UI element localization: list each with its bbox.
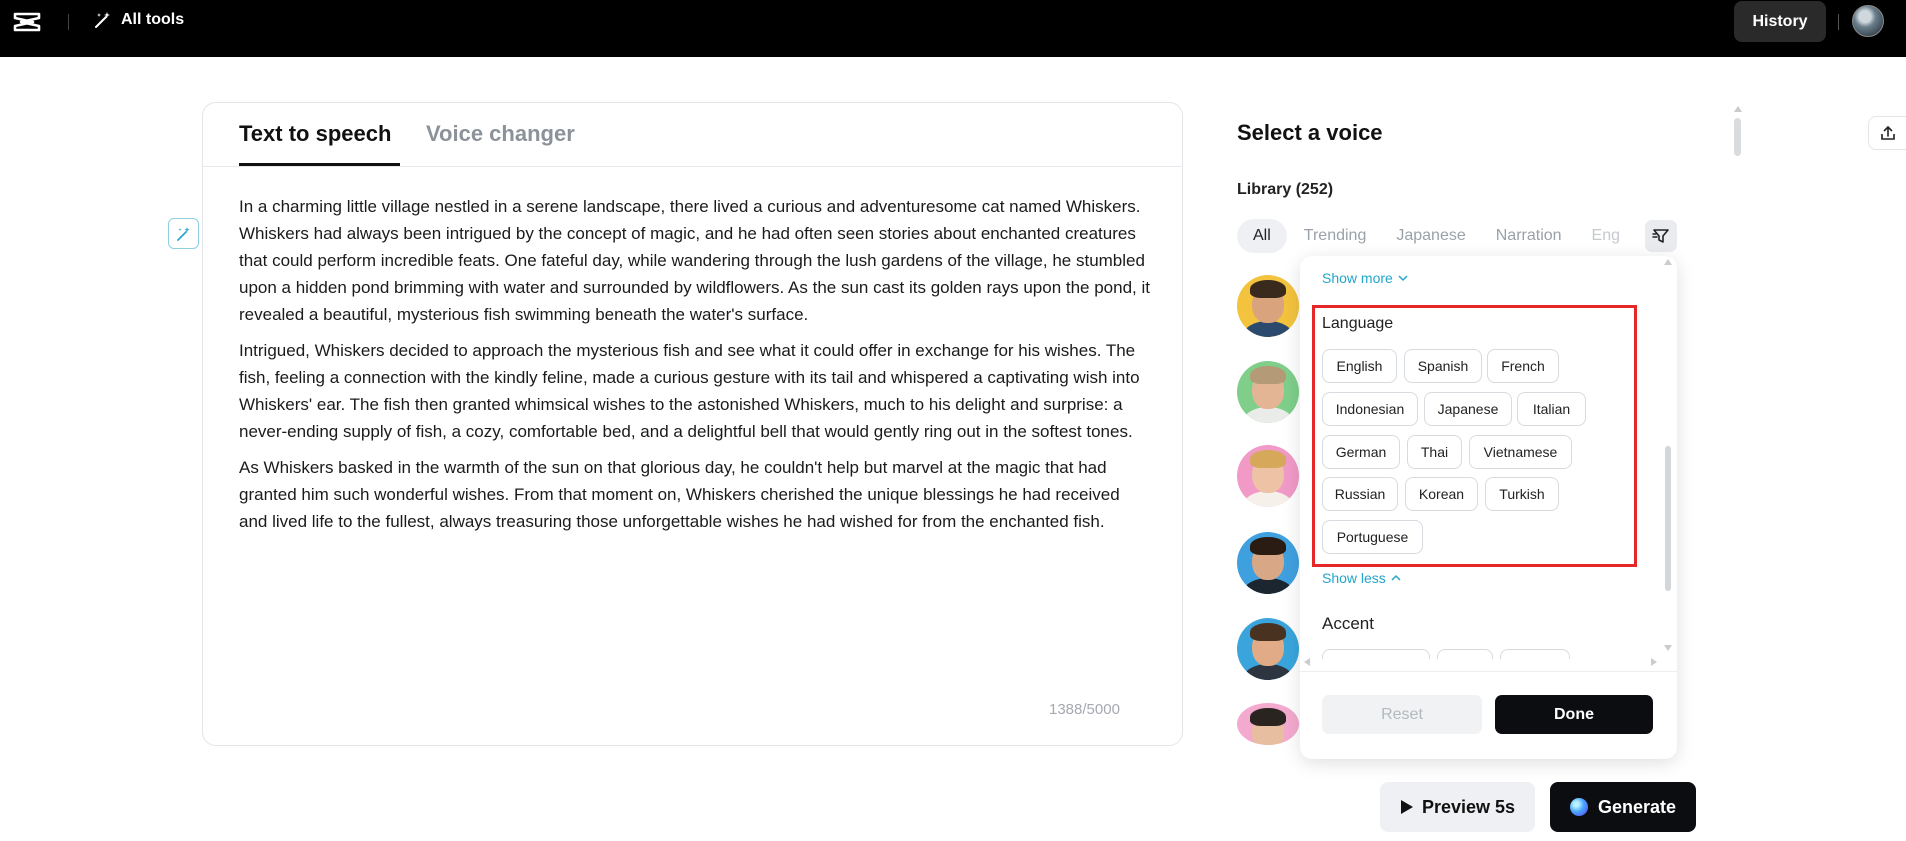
voice-filter-dropdown: Show more Language English Spanish Frenc… — [1300, 256, 1677, 759]
tab-voice-changer[interactable]: Voice changer — [426, 121, 575, 147]
tab-text-to-speech[interactable]: Text to speech — [239, 121, 391, 147]
all-tools-label: All tools — [121, 11, 185, 28]
topbar-divider — [1838, 14, 1839, 30]
show-more-link[interactable]: Show more — [1322, 270, 1408, 286]
scroll-right-arrow[interactable] — [1651, 658, 1657, 666]
filter-button[interactable] — [1645, 220, 1677, 252]
character-count: 1388/5000 — [1049, 701, 1120, 718]
filter-icon — [1652, 229, 1669, 243]
dropdown-scrollbar[interactable] — [1665, 446, 1671, 591]
language-heading: Language — [1322, 315, 1394, 332]
voice-category-tabs: All Trending Japanese Narration Eng — [1237, 219, 1637, 253]
voice-avatar[interactable] — [1237, 532, 1299, 594]
generate-button[interactable]: Generate — [1550, 782, 1696, 832]
preview-label: Preview 5s — [1421, 796, 1516, 817]
voice-avatar[interactable] — [1237, 703, 1299, 745]
preview-button[interactable]: Preview 5s — [1380, 782, 1535, 832]
voice-avatar[interactable] — [1237, 361, 1299, 423]
generate-orb-icon — [1569, 798, 1588, 816]
language-chip-german[interactable]: German — [1322, 435, 1400, 469]
language-chip-french[interactable]: French — [1487, 349, 1559, 383]
language-chip-english[interactable]: English — [1322, 349, 1397, 383]
select-voice-title: Select a voice — [1237, 120, 1383, 145]
history-button[interactable]: History — [1734, 1, 1826, 42]
category-english[interactable]: Eng — [1577, 219, 1635, 253]
language-chip-portuguese[interactable]: Portuguese — [1322, 520, 1423, 554]
library-label: Library (252) — [1237, 181, 1334, 198]
show-more-label: Show more — [1322, 270, 1393, 286]
language-chip-thai[interactable]: Thai — [1407, 435, 1462, 469]
upload-button[interactable] — [1868, 116, 1906, 150]
language-chip-russian[interactable]: Russian — [1322, 477, 1398, 511]
user-avatar[interactable] — [1852, 5, 1884, 37]
accent-chip[interactable] — [1322, 649, 1430, 659]
text-editor-card: Text to speech Voice changer In a charmi… — [202, 102, 1183, 746]
script-textarea[interactable]: In a charming little village nestled in … — [239, 193, 1151, 544]
category-all[interactable]: All — [1237, 219, 1287, 253]
script-paragraph: Intrigued, Whiskers decided to approach … — [239, 341, 1140, 441]
language-chip-indonesian[interactable]: Indonesian — [1322, 392, 1418, 426]
show-less-link[interactable]: Show less — [1322, 570, 1401, 586]
show-less-label: Show less — [1322, 570, 1386, 586]
language-chip-korean[interactable]: Korean — [1405, 477, 1478, 511]
category-narration[interactable]: Narration — [1481, 219, 1577, 253]
language-chip-japanese[interactable]: Japanese — [1424, 392, 1512, 426]
magic-wand-icon — [95, 12, 110, 28]
scroll-left-arrow[interactable] — [1304, 658, 1310, 666]
chevron-up-icon — [1391, 574, 1401, 581]
scroll-up-arrow[interactable] — [1734, 106, 1742, 112]
language-chip-turkish[interactable]: Turkish — [1485, 477, 1559, 511]
language-chip-vietnamese[interactable]: Vietnamese — [1469, 435, 1572, 469]
topbar-divider — [68, 14, 69, 30]
script-paragraph: In a charming little village nestled in … — [239, 197, 1150, 324]
chevron-down-icon — [1398, 275, 1408, 282]
language-chip-spanish[interactable]: Spanish — [1404, 349, 1482, 383]
voice-avatar[interactable] — [1237, 445, 1299, 507]
language-chip-italian[interactable]: Italian — [1517, 392, 1586, 426]
upload-icon — [1880, 125, 1895, 140]
all-tools-button[interactable]: All tools — [94, 11, 184, 29]
capcut-logo-icon[interactable] — [12, 10, 42, 34]
generate-label: Generate — [1597, 796, 1677, 817]
scroll-up-arrow[interactable] — [1664, 259, 1672, 265]
play-icon — [1400, 800, 1413, 814]
done-button[interactable]: Done — [1495, 695, 1653, 734]
script-paragraph: As Whiskers basked in the warmth of the … — [239, 458, 1120, 531]
reset-button[interactable]: Reset — [1322, 695, 1482, 734]
editor-tabs: Text to speech Voice changer — [203, 103, 1182, 167]
category-trending[interactable]: Trending — [1289, 219, 1382, 253]
top-bar: All tools History — [0, 0, 1906, 57]
accent-heading: Accent — [1322, 614, 1374, 633]
voice-avatar[interactable] — [1237, 275, 1299, 337]
ai-rewrite-button[interactable] — [168, 218, 199, 249]
voice-list-scrollbar[interactable] — [1734, 118, 1741, 156]
scroll-down-arrow[interactable] — [1664, 645, 1672, 651]
voice-avatar[interactable] — [1237, 618, 1299, 680]
accent-chip[interactable] — [1437, 649, 1493, 659]
dropdown-divider — [1300, 671, 1677, 672]
active-tab-indicator — [239, 163, 400, 166]
accent-chip[interactable] — [1500, 649, 1570, 659]
category-japanese[interactable]: Japanese — [1381, 219, 1480, 253]
magic-wand-icon — [176, 226, 190, 241]
